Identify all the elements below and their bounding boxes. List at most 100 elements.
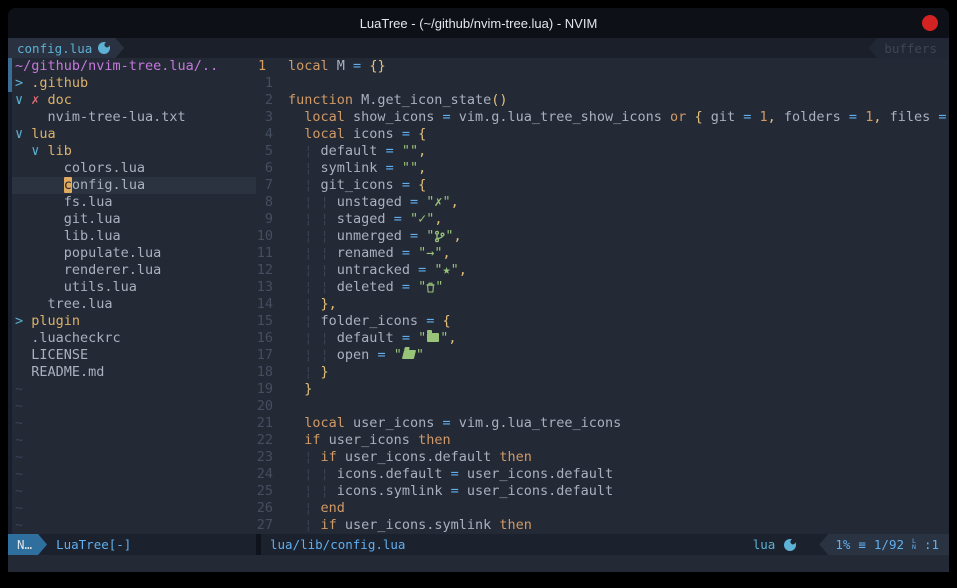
code-line[interactable]: 23 ¦ if user_icons.default then (256, 449, 949, 466)
close-button[interactable] (922, 15, 938, 31)
line-number: 23 (256, 449, 288, 466)
tree-item[interactable]: renderer.lua (8, 262, 256, 279)
code-line[interactable]: 14 ¦ }, (256, 296, 949, 313)
line-number: 7 (256, 177, 288, 194)
tree-item[interactable]: git.lua (8, 211, 256, 228)
code-line[interactable]: 4 local icons = { (256, 126, 949, 143)
statusline-code: lua/lib/config.lua lua 1% ≡ 1/92 LN :1 (261, 534, 949, 555)
empty-line-tilde: ~ (8, 432, 256, 449)
tree-item[interactable]: tree.lua (8, 296, 256, 313)
tree-item[interactable]: ∨ ✗ doc (8, 92, 256, 109)
statusline-right-cluster: lua 1% ≡ 1/92 LN :1 (753, 534, 949, 555)
line-number: 27 (256, 517, 288, 534)
code-line[interactable]: 16 ¦ ¦ default = "", (256, 330, 949, 347)
file-tree: ~/github/nvim-tree.lua/..> .github∨ ✗ do… (8, 58, 256, 534)
tab-label: config.lua (17, 41, 92, 56)
code-text: } (288, 381, 312, 398)
code-text: ¦ ¦ unmerged = "", (288, 228, 462, 245)
code-line[interactable]: 25 ¦ ¦ icons.symlink = user_icons.defaul… (256, 483, 949, 500)
code-line[interactable]: 11 ¦ ¦ renamed = "→", (256, 245, 949, 262)
code-text: ¦ ¦ untracked = "★", (288, 262, 467, 279)
tree-item[interactable]: .luacheckrc (8, 330, 256, 347)
code-line[interactable]: 1 (256, 75, 949, 92)
code-text: ¦ git_icons = { (288, 177, 426, 194)
line-number: 24 (256, 466, 288, 483)
code-line[interactable]: 17 ¦ ¦ open = "" (256, 347, 949, 364)
line-number: 25 (256, 483, 288, 500)
code-line[interactable]: 20 (256, 398, 949, 415)
tree-item[interactable]: LICENSE (8, 347, 256, 364)
statusline-buffer-name: LuaTree[-] (56, 537, 131, 552)
tree-scrollbar-thumb[interactable] (8, 58, 12, 92)
line-number: 10 (256, 228, 288, 245)
code-text: ¦ ¦ staged = "✓", (288, 211, 443, 228)
code-text: local icons = { (288, 126, 426, 143)
code-text: ¦ default = "", (288, 143, 426, 160)
tree-item[interactable]: utils.lua (8, 279, 256, 296)
tree-item[interactable]: ∨ lib (8, 143, 256, 160)
command-line[interactable] (8, 555, 949, 572)
line-number: 26 (256, 500, 288, 517)
code-text: ¦ symlink = "", (288, 160, 426, 177)
tree-item[interactable]: nvim-tree-lua.txt (8, 109, 256, 126)
line-number: 14 (256, 296, 288, 313)
code-text: local user_icons = vim.g.lua_tree_icons (288, 415, 621, 432)
code-line[interactable]: 13 ¦ ¦ deleted = "" (256, 279, 949, 296)
tree-scrollbar[interactable] (8, 58, 12, 534)
line-number: 8 (256, 194, 288, 211)
code-line[interactable]: 15 ¦ folder_icons = { (256, 313, 949, 330)
code-line[interactable]: 3 local show_icons = vim.g.lua_tree_show… (256, 109, 949, 126)
code-line[interactable]: 5 ¦ default = "", (256, 143, 949, 160)
statusline: N… LuaTree[-] lua/lib/config.lua lua 1% … (8, 534, 949, 555)
code-text: function M.get_icon_state() (288, 92, 507, 109)
empty-line-tilde: ~ (8, 398, 256, 415)
tree-item[interactable]: colors.lua (8, 160, 256, 177)
tree-item[interactable]: fs.lua (8, 194, 256, 211)
lua-logo-icon (784, 539, 796, 551)
code-line[interactable]: 6 ¦ symlink = "", (256, 160, 949, 177)
window-titlebar: LuaTree - (~/github/nvim-tree.lua) - NVI… (8, 8, 949, 38)
tree-item[interactable]: populate.lua (8, 245, 256, 262)
code-text: if user_icons then (288, 432, 451, 449)
line-number: 13 (256, 279, 288, 296)
folder-open-icon (402, 350, 416, 359)
code-text: ¦ if user_icons.default then (288, 449, 532, 466)
code-line[interactable]: 7 ¦ git_icons = { (256, 177, 949, 194)
line-number: 22 (256, 432, 288, 449)
code-text: ¦ ¦ unstaged = "✗", (288, 194, 459, 211)
code-text: ¦ end (288, 500, 345, 517)
tabline-spacer (124, 38, 868, 58)
tree-item[interactable]: lib.lua (8, 228, 256, 245)
tree-item[interactable]: config.lua (8, 177, 256, 194)
code-line[interactable]: 27 ¦ if user_icons.symlink then (256, 517, 949, 534)
code-line[interactable]: 22 if user_icons then (256, 432, 949, 449)
tree-item[interactable]: README.md (8, 364, 256, 381)
code-line[interactable]: 26 ¦ end (256, 500, 949, 517)
tree-item[interactable]: > plugin (8, 313, 256, 330)
line-number: 15 (256, 313, 288, 330)
code-line[interactable]: 8 ¦ ¦ unstaged = "✗", (256, 194, 949, 211)
code-line[interactable]: 19 } (256, 381, 949, 398)
code-line[interactable]: 10 ¦ ¦ unmerged = "", (256, 228, 949, 245)
code-line[interactable]: 2function M.get_icon_state() (256, 92, 949, 109)
editor-main-area: ~/github/nvim-tree.lua/..> .github∨ ✗ do… (8, 58, 949, 534)
buffers-section[interactable]: buffers (868, 38, 949, 58)
tree-item[interactable]: ~/github/nvim-tree.lua/.. (8, 58, 256, 75)
code-line[interactable]: 1local M = {} (256, 58, 949, 75)
code-text: ¦ ¦ deleted = "" (288, 279, 443, 296)
code-window: 1local M = {}12function M.get_icon_state… (256, 58, 949, 534)
tree-item[interactable]: > .github (8, 75, 256, 92)
line-number: 4 (256, 126, 288, 143)
tab-config-lua[interactable]: config.lua (8, 38, 124, 58)
code-text: ¦ ¦ default = "", (288, 330, 457, 347)
tree-item[interactable]: ∨ lua (8, 126, 256, 143)
code-line[interactable]: 9 ¦ ¦ staged = "✓", (256, 211, 949, 228)
code-line[interactable]: 18 ¦ } (256, 364, 949, 381)
code-text: ¦ ¦ renamed = "→", (288, 245, 451, 262)
code-line[interactable]: 12 ¦ ¦ untracked = "★", (256, 262, 949, 279)
code-line[interactable]: 24 ¦ ¦ icons.default = user_icons.defaul… (256, 466, 949, 483)
empty-line-tilde: ~ (8, 449, 256, 466)
code-line[interactable]: 21 local user_icons = vim.g.lua_tree_ico… (256, 415, 949, 432)
line-number: 20 (256, 398, 288, 415)
lines-icon: ≡ (858, 537, 866, 552)
